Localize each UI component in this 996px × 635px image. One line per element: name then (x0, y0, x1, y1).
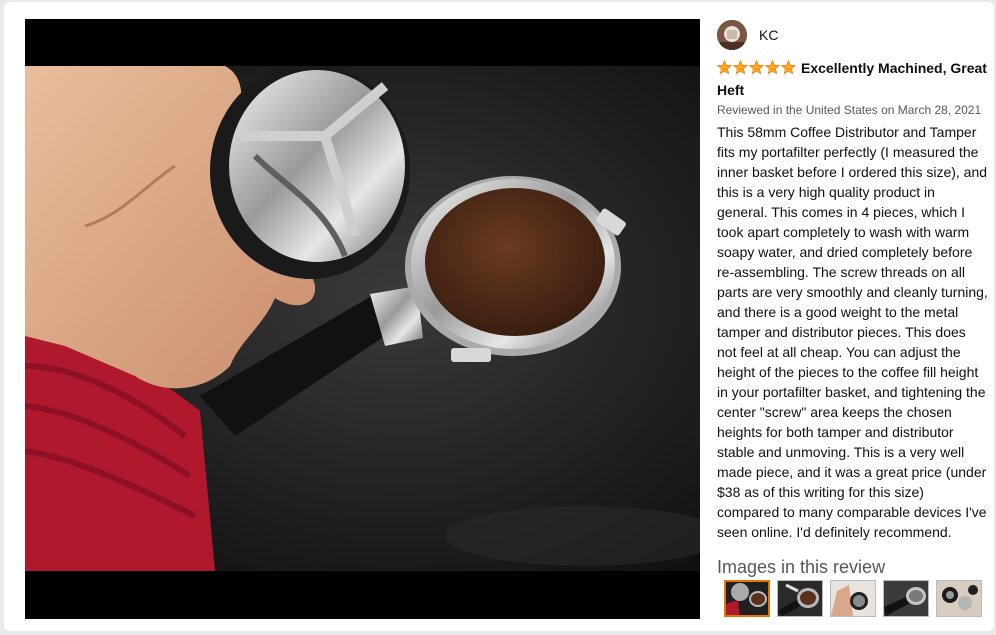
five-star-icon (717, 60, 797, 75)
images-heading: Images in this review (717, 557, 886, 577)
thumbnail-1[interactable] (724, 580, 770, 617)
review-image-thumbnails (724, 580, 989, 617)
thumbnail-5[interactable] (936, 580, 982, 617)
thumbnail-2[interactable] (777, 580, 823, 617)
review-panel: KC Excellently Machined, Great Heft Revi… (717, 18, 989, 578)
reviewer-name[interactable]: KC (759, 27, 778, 43)
review-date: Reviewed in the United States on March 2… (717, 103, 982, 117)
review-title-row: Excellently Machined, Great Heft (717, 58, 989, 100)
thumbnail-3[interactable] (830, 580, 876, 617)
main-review-image[interactable] (25, 66, 700, 571)
main-image-viewer (25, 19, 700, 619)
thumbnail-4[interactable] (883, 580, 929, 617)
star-rating (717, 60, 797, 80)
reviewer-profile[interactable]: KC (717, 18, 989, 52)
review-body: This 58mm Coffee Distributor and Tamper … (717, 124, 988, 540)
avatar-icon[interactable] (717, 20, 747, 50)
review-modal: KC Excellently Machined, Great Heft Revi… (4, 2, 994, 631)
